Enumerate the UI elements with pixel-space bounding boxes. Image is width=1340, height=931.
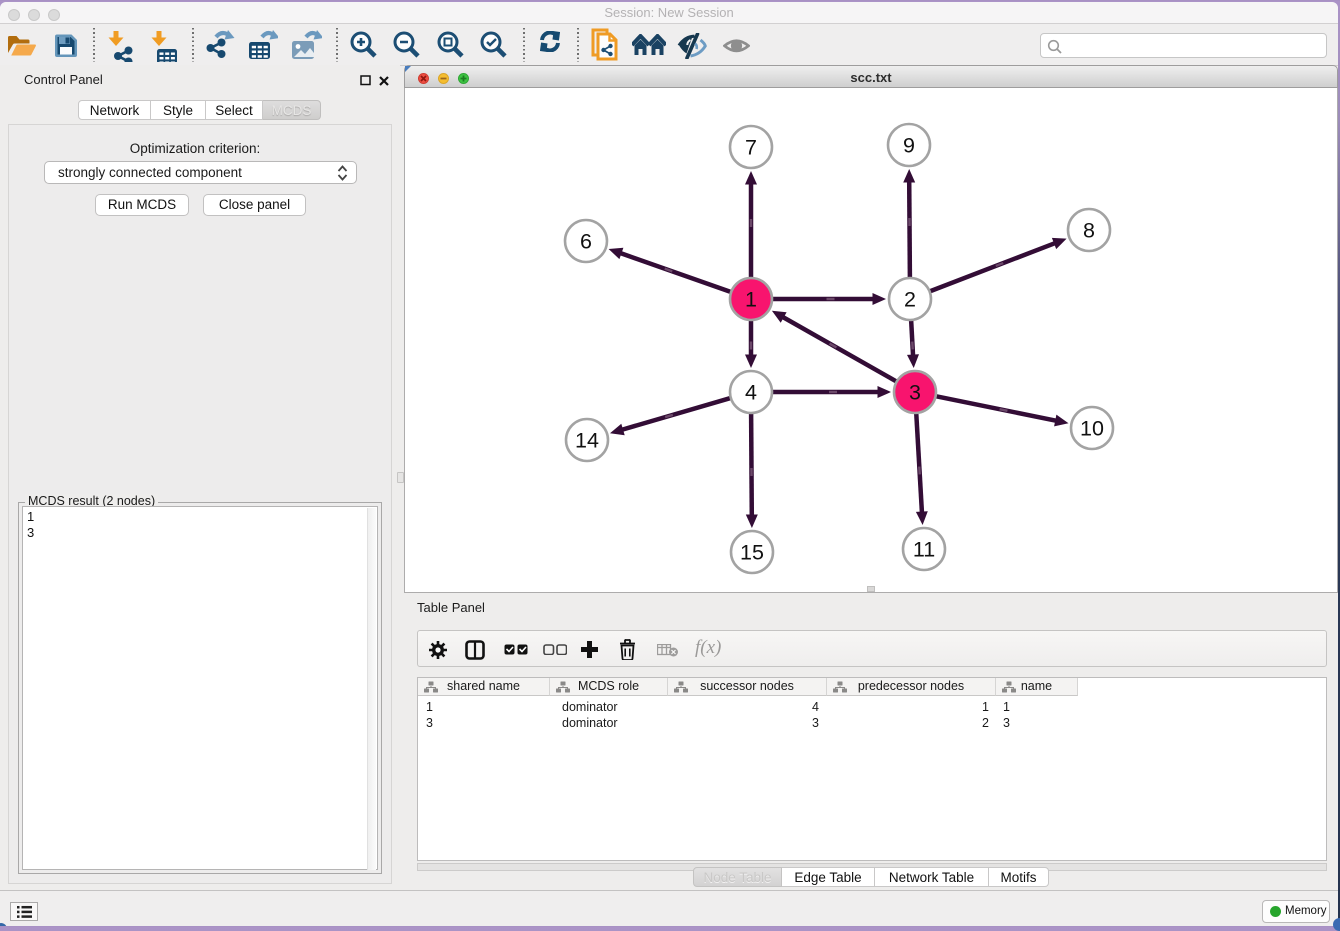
svg-text:9: 9 <box>903 134 915 158</box>
svg-text:6: 6 <box>580 230 592 254</box>
svg-text:8: 8 <box>1083 219 1095 243</box>
svg-text:11: 11 <box>913 538 935 562</box>
svg-text:3: 3 <box>909 381 921 405</box>
svg-text:2: 2 <box>904 288 916 312</box>
svg-text:4: 4 <box>745 381 757 405</box>
svg-text:1: 1 <box>745 288 757 312</box>
svg-text:14: 14 <box>575 429 599 453</box>
svg-text:10: 10 <box>1080 417 1104 441</box>
svg-text:15: 15 <box>740 541 764 565</box>
svg-text:7: 7 <box>745 136 757 160</box>
